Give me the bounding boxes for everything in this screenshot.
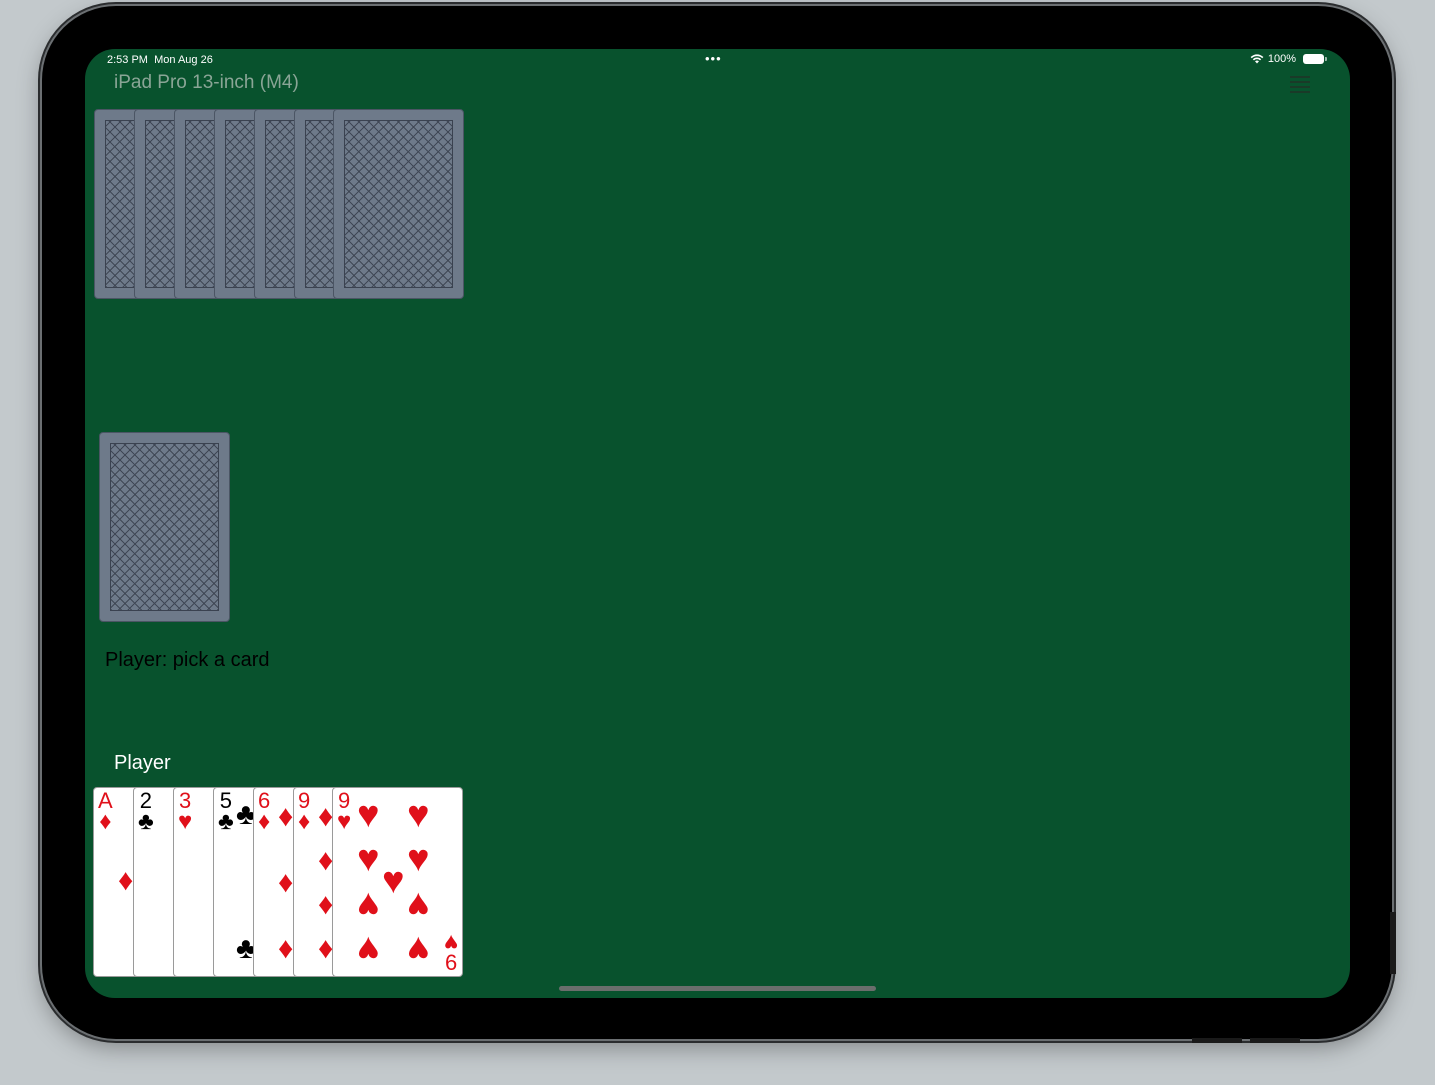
opponent-card [333,109,464,299]
status-date: Mon Aug 26 [154,54,213,66]
device-title: iPad Pro 13-inch (M4) [114,72,299,93]
diamond-icon: ♦ [99,808,112,835]
heart-icon: ♥ [407,838,430,880]
heart-icon: ♥ [407,794,430,836]
card-corner: 5 ♣ [218,790,234,834]
top-button-2 [1250,1038,1300,1043]
card-corner: 9 ♥ [337,790,351,834]
heart-icon: ♥ [337,808,352,835]
diamond-icon: ♦ [278,932,294,965]
heart-icon: ♥ [357,838,380,880]
card-rank-bottom: 6 [444,950,457,975]
game-screen: 2:53 PM Mon Aug 26 ••• 100% iPad Pro 13-… [85,49,1350,998]
player-card[interactable]: 9 ♥ ♥ ♥ ♥ ♥ ♥ ♥ ♥ ♥ ♥ 6 ♥ [332,787,463,977]
volume-button [1390,912,1396,974]
heart-icon: ♥ [407,928,430,970]
heart-icon: ♥ [178,808,193,835]
card-corner: 2 ♣ [138,790,154,834]
card-corner: 6 ♦ [258,790,270,834]
multitasking-dots[interactable]: ••• [705,51,722,66]
battery-percent: 100% [1267,53,1296,65]
diamond-icon: ♦ [298,808,311,835]
hamburger-menu-icon[interactable] [1290,76,1310,93]
game-status-text: Player: pick a card [105,649,270,671]
card-corner-bottom: 6 ♥ [444,929,458,975]
wifi-icon [1250,54,1264,64]
status-time: 2:53 PM Mon Aug 26 [107,54,213,66]
card-corner: A ♦ [98,790,113,834]
heart-icon: ♥ [357,884,380,926]
player-label: Player [114,752,171,774]
heart-icon: ♥ [357,928,380,970]
card-corner: 3 ♥ [178,790,192,834]
club-icon: ♣ [218,808,234,835]
home-indicator[interactable] [559,986,876,991]
status-clock: 2:53 PM [107,54,148,66]
diamond-icon: ♦ [278,800,294,833]
club-icon: ♣ [138,808,154,835]
diamond-icon: ♦ [278,866,294,899]
top-button-1 [1192,1038,1242,1043]
heart-icon: ♥ [407,884,430,926]
status-bar: 2:53 PM Mon Aug 26 ••• 100% [85,49,1350,71]
heart-icon: ♥ [357,794,380,836]
diamond-icon: ♦ [258,808,271,835]
diamond-icon: ♦ [118,864,134,897]
status-indicators: 100% [1250,53,1327,65]
battery-icon [1303,54,1327,64]
heart-icon: ♥ [382,860,405,902]
draw-pile[interactable] [99,432,230,622]
card-corner: 9 ♦ [298,790,310,834]
